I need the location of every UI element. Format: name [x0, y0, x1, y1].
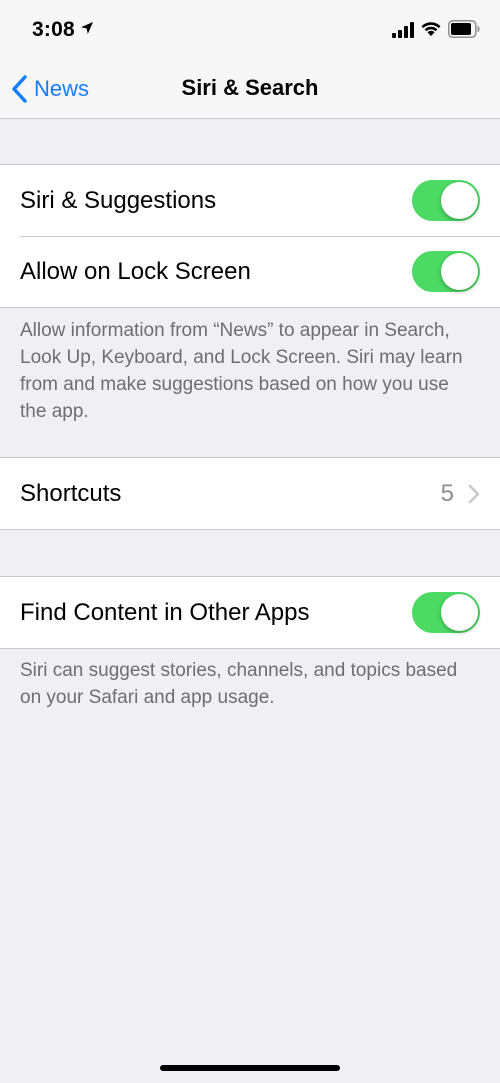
shortcuts-group: Shortcuts 5 — [0, 457, 500, 530]
siri-suggestions-footer: Allow information from “News” to appear … — [20, 320, 463, 422]
siri-settings-group: Siri & Suggestions Allow on Lock Screen — [0, 164, 500, 308]
siri-suggestions-row: Siri & Suggestions — [0, 165, 500, 236]
page-title: Siri & Search — [181, 75, 319, 100]
home-indicator[interactable] — [160, 1065, 340, 1071]
find-content-group: Find Content in Other Apps — [0, 576, 500, 649]
find-content-label: Find Content in Other Apps — [20, 599, 310, 626]
cellular-signal-icon — [392, 22, 414, 38]
battery-icon — [448, 20, 480, 38]
find-content-footer: Siri can suggest stories, channels, and … — [20, 660, 458, 708]
status-time: 3:08 — [32, 18, 75, 41]
chevron-right-icon — [468, 484, 480, 504]
shortcuts-label: Shortcuts — [20, 480, 122, 507]
find-content-row: Find Content in Other Apps — [0, 577, 500, 648]
toggle-knob — [441, 594, 478, 631]
location-arrow-icon — [81, 22, 93, 34]
wifi-icon — [421, 22, 441, 36]
find-content-toggle[interactable] — [412, 592, 480, 633]
allow-lock-screen-row: Allow on Lock Screen — [0, 236, 500, 307]
allow-lock-screen-toggle[interactable] — [412, 251, 480, 292]
navigation-bar: News Siri & Search — [0, 58, 500, 119]
siri-suggestions-toggle[interactable] — [412, 180, 480, 221]
allow-lock-screen-label: Allow on Lock Screen — [20, 258, 251, 285]
toggle-knob — [441, 182, 478, 219]
siri-suggestions-label: Siri & Suggestions — [20, 187, 217, 214]
status-bar: 3:08 — [0, 0, 500, 58]
toggle-knob — [441, 253, 478, 290]
shortcuts-row[interactable]: Shortcuts 5 — [0, 458, 500, 529]
shortcuts-count: 5 — [440, 480, 454, 507]
